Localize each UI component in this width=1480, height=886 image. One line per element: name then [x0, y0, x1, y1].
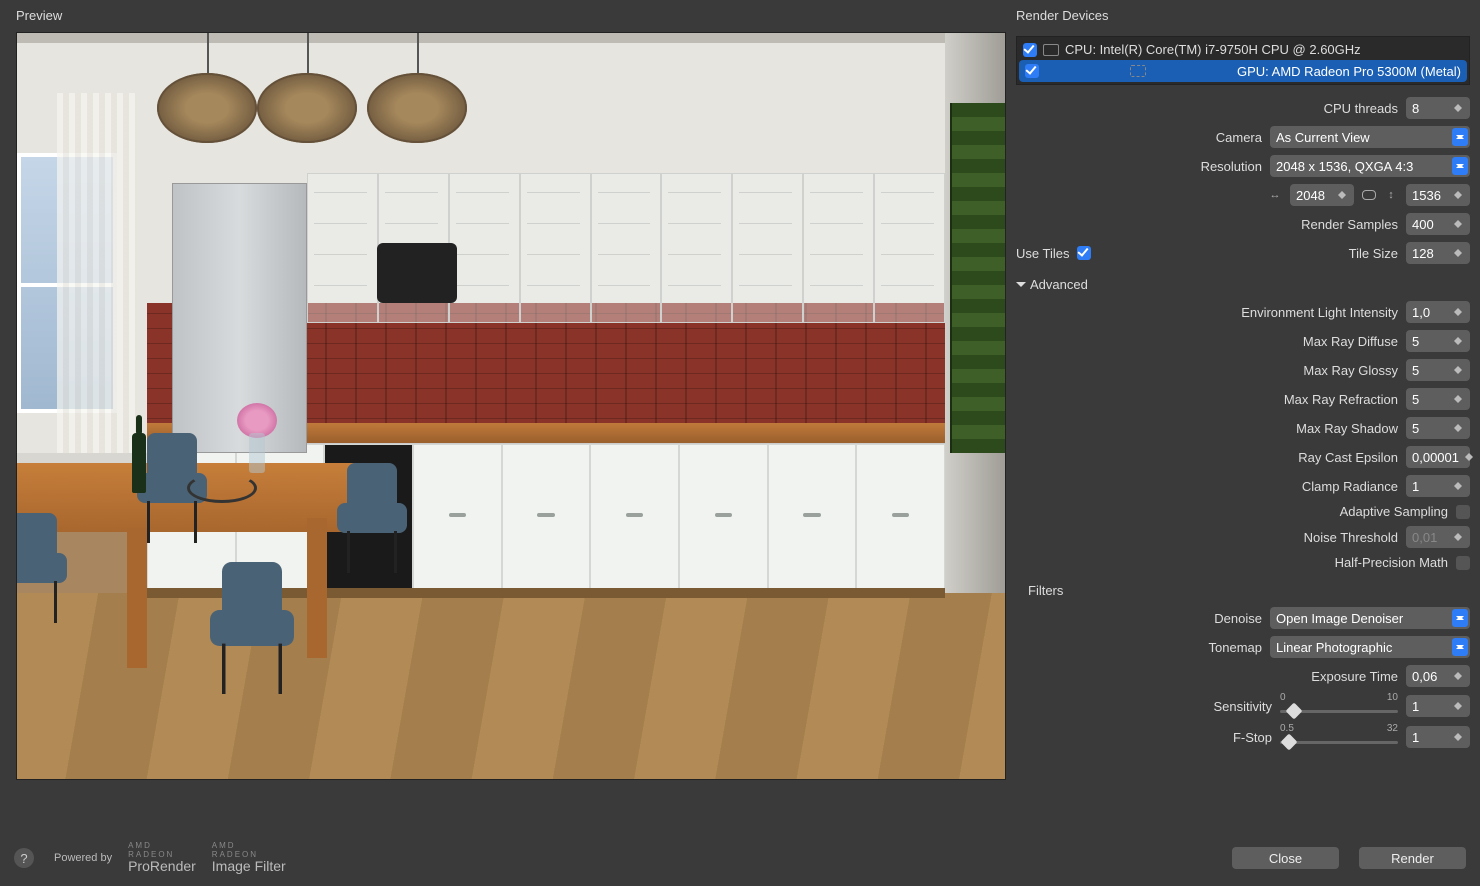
samples-field[interactable]: 400: [1406, 213, 1470, 235]
chevron-updown-icon: [1452, 638, 1468, 656]
max-glossy-label: Max Ray Glossy: [1303, 363, 1398, 378]
env-light-field[interactable]: 1,0: [1406, 301, 1470, 323]
link-icon[interactable]: [1362, 190, 1376, 200]
tile-size-label: Tile Size: [1349, 246, 1398, 261]
use-tiles-checkbox[interactable]: [1077, 246, 1091, 260]
sensitivity-label: Sensitivity: [1213, 699, 1272, 714]
disclosure-triangle-icon: [1016, 282, 1026, 292]
close-button[interactable]: Close: [1232, 847, 1339, 869]
exposure-field[interactable]: 0,06: [1406, 665, 1470, 687]
clamp-radiance-field[interactable]: 1: [1406, 475, 1470, 497]
camera-label: Camera: [1216, 130, 1262, 145]
device-gpu-text: GPU: AMD Radeon Pro 5300M (Metal): [1237, 64, 1461, 79]
env-light-label: Environment Light Intensity: [1241, 305, 1398, 320]
filters-header: Filters: [1016, 577, 1470, 600]
samples-label: Render Samples: [1301, 217, 1398, 232]
render-preview[interactable]: [16, 32, 1006, 780]
res-width-field[interactable]: 2048: [1290, 184, 1354, 206]
chevron-updown-icon: [1452, 157, 1468, 175]
clamp-radiance-label: Clamp Radiance: [1302, 479, 1398, 494]
max-diffuse-label: Max Ray Diffuse: [1303, 334, 1398, 349]
cpu-threads-label: CPU threads: [1324, 101, 1398, 116]
cpu-threads-field[interactable]: 8: [1406, 97, 1470, 119]
adaptive-checkbox[interactable]: [1456, 505, 1470, 519]
device-gpu-checkbox[interactable]: [1025, 64, 1039, 78]
exposure-label: Exposure Time: [1311, 669, 1398, 684]
half-precision-label: Half-Precision Math: [1335, 555, 1448, 570]
device-cpu-row[interactable]: CPU: Intel(R) Core(TM) i7-9750H CPU @ 2.…: [1019, 39, 1467, 60]
gpu-icon: [1130, 65, 1146, 77]
max-shadow-field[interactable]: 5: [1406, 417, 1470, 439]
tonemap-label: Tonemap: [1209, 640, 1262, 655]
render-button[interactable]: Render: [1359, 847, 1466, 869]
resolution-label: Resolution: [1201, 159, 1262, 174]
use-tiles-label: Use Tiles: [1016, 246, 1069, 261]
tonemap-select[interactable]: Linear Photographic: [1270, 636, 1470, 658]
powered-by: Powered by AMD RADEON ProRender AMD RADE…: [54, 842, 286, 873]
preview-label: Preview: [16, 8, 1006, 28]
fstop-field[interactable]: 1: [1406, 726, 1470, 748]
devices-label: Render Devices: [1016, 8, 1470, 28]
sensitivity-slider[interactable]: 010: [1280, 694, 1398, 718]
chevron-updown-icon: [1452, 128, 1468, 146]
max-glossy-field[interactable]: 5: [1406, 359, 1470, 381]
chevron-updown-icon: [1452, 609, 1468, 627]
height-icon: ↕: [1384, 188, 1398, 202]
tile-size-field[interactable]: 128: [1406, 242, 1470, 264]
cpu-icon: [1043, 44, 1059, 56]
fstop-slider[interactable]: 0.532: [1280, 725, 1398, 749]
denoise-select[interactable]: Open Image Denoiser: [1270, 607, 1470, 629]
half-precision-checkbox[interactable]: [1456, 556, 1470, 570]
noise-thresh-label: Noise Threshold: [1304, 530, 1398, 545]
resolution-select[interactable]: 2048 x 1536, QXGA 4:3: [1270, 155, 1470, 177]
camera-select[interactable]: As Current View: [1270, 126, 1470, 148]
ray-epsilon-label: Ray Cast Epsilon: [1298, 450, 1398, 465]
ray-epsilon-field[interactable]: 0,00001: [1406, 446, 1470, 468]
adaptive-label: Adaptive Sampling: [1340, 504, 1448, 519]
device-gpu-row[interactable]: GPU: AMD Radeon Pro 5300M (Metal): [1019, 60, 1467, 82]
width-icon: ↔: [1268, 188, 1282, 202]
help-button[interactable]: ?: [14, 848, 34, 868]
noise-thresh-field[interactable]: 0,01: [1406, 526, 1470, 548]
denoise-label: Denoise: [1214, 611, 1262, 626]
device-list: CPU: Intel(R) Core(TM) i7-9750H CPU @ 2.…: [1016, 36, 1470, 85]
res-height-field[interactable]: 1536: [1406, 184, 1470, 206]
max-refraction-field[interactable]: 5: [1406, 388, 1470, 410]
sensitivity-field[interactable]: 1: [1406, 695, 1470, 717]
device-cpu-checkbox[interactable]: [1023, 43, 1037, 57]
max-shadow-label: Max Ray Shadow: [1296, 421, 1398, 436]
max-refraction-label: Max Ray Refraction: [1284, 392, 1398, 407]
fstop-label: F-Stop: [1233, 730, 1272, 745]
advanced-header[interactable]: Advanced: [1016, 271, 1470, 294]
device-cpu-text: CPU: Intel(R) Core(TM) i7-9750H CPU @ 2.…: [1065, 42, 1361, 57]
max-diffuse-field[interactable]: 5: [1406, 330, 1470, 352]
